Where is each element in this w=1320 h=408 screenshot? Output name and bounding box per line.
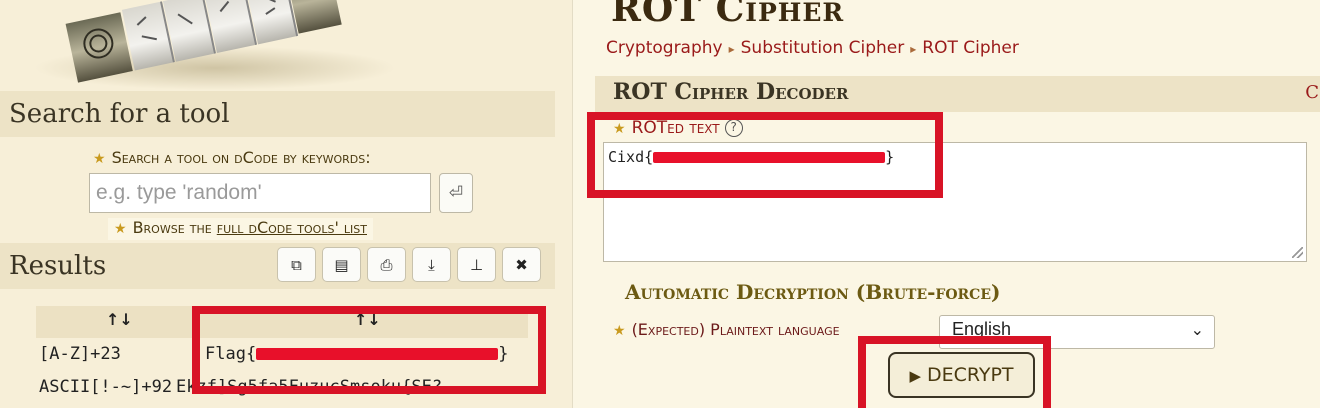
section-corner-label: C xyxy=(1305,82,1319,103)
decoder-title: ROT Cipher Decoder xyxy=(613,79,849,105)
sort-cipher-column[interactable]: ↑↓ xyxy=(106,310,133,329)
search-heading: Search for a tool xyxy=(9,99,230,129)
highlight-box xyxy=(858,336,1051,408)
browse-prefix: Browse the xyxy=(132,218,217,237)
search-label: ★ Search a tool on dCode by keywords: xyxy=(93,148,371,167)
result-cipher-cell: [A-Z]+23 xyxy=(39,344,121,364)
copy-icon[interactable]: ⧉ xyxy=(277,247,316,282)
breadcrumb-cryptography[interactable]: Cryptography xyxy=(606,38,723,58)
sidebar: Search for a tool ★ Search a tool on dCod… xyxy=(0,0,572,408)
breadcrumb-separator-icon: ▸ xyxy=(728,42,735,56)
save-icon[interactable]: ▤ xyxy=(322,247,361,282)
star-icon: ★ xyxy=(613,323,626,339)
print-icon[interactable]: ⎙ xyxy=(367,247,406,282)
main-content: ROT Cipher Cryptography ▸ Substitution Cip… xyxy=(572,0,1320,408)
language-label: ★ (Expected) Plaintext language xyxy=(613,320,840,339)
pin-icon[interactable]: ⊥ xyxy=(457,247,496,282)
results-toolbar: ⧉ ▤ ⎙ ⤓ ⊥ ✖ xyxy=(277,247,541,282)
browse-tools-line: ★ Browse the full dCode tools' list xyxy=(108,218,373,240)
results-heading: Results xyxy=(9,251,107,281)
auto-decrypt-title: Automatic Decryption (Brute-force) xyxy=(625,280,1001,304)
search-panel-header: Search for a tool xyxy=(0,91,555,137)
language-label-text: (Expected) Plaintext language xyxy=(631,320,840,339)
star-icon: ★ xyxy=(93,151,106,167)
page-title: ROT Cipher xyxy=(611,0,845,30)
highlight-box xyxy=(192,306,546,394)
result-cipher-cell: ASCII[!-~]+92 xyxy=(39,377,173,397)
breadcrumb-separator-icon: ▸ xyxy=(910,42,917,56)
download-icon[interactable]: ⤓ xyxy=(412,247,451,282)
chevron-down-icon: ⌄ xyxy=(1190,322,1204,339)
search-input[interactable] xyxy=(89,173,431,213)
star-icon: ★ xyxy=(114,221,127,237)
close-icon[interactable]: ✖ xyxy=(502,247,541,282)
return-icon[interactable]: ⏎ xyxy=(439,173,473,213)
cryptex-logo xyxy=(35,0,395,90)
highlight-box xyxy=(587,112,943,198)
breadcrumb: Cryptography ▸ Substitution Cipher ▸ ROT Cip… xyxy=(606,38,1019,58)
breadcrumb-rot-cipher[interactable]: ROT Cipher xyxy=(922,38,1019,58)
breadcrumb-substitution-cipher[interactable]: Substitution Cipher xyxy=(741,38,905,58)
full-tools-list-link[interactable]: full dCode tools' list xyxy=(217,218,367,237)
decoder-section-header: ROT Cipher Decoder C xyxy=(595,76,1320,112)
search-label-text: Search a tool on dCode by keywords: xyxy=(111,148,371,167)
resize-grip-icon[interactable] xyxy=(1292,247,1303,258)
